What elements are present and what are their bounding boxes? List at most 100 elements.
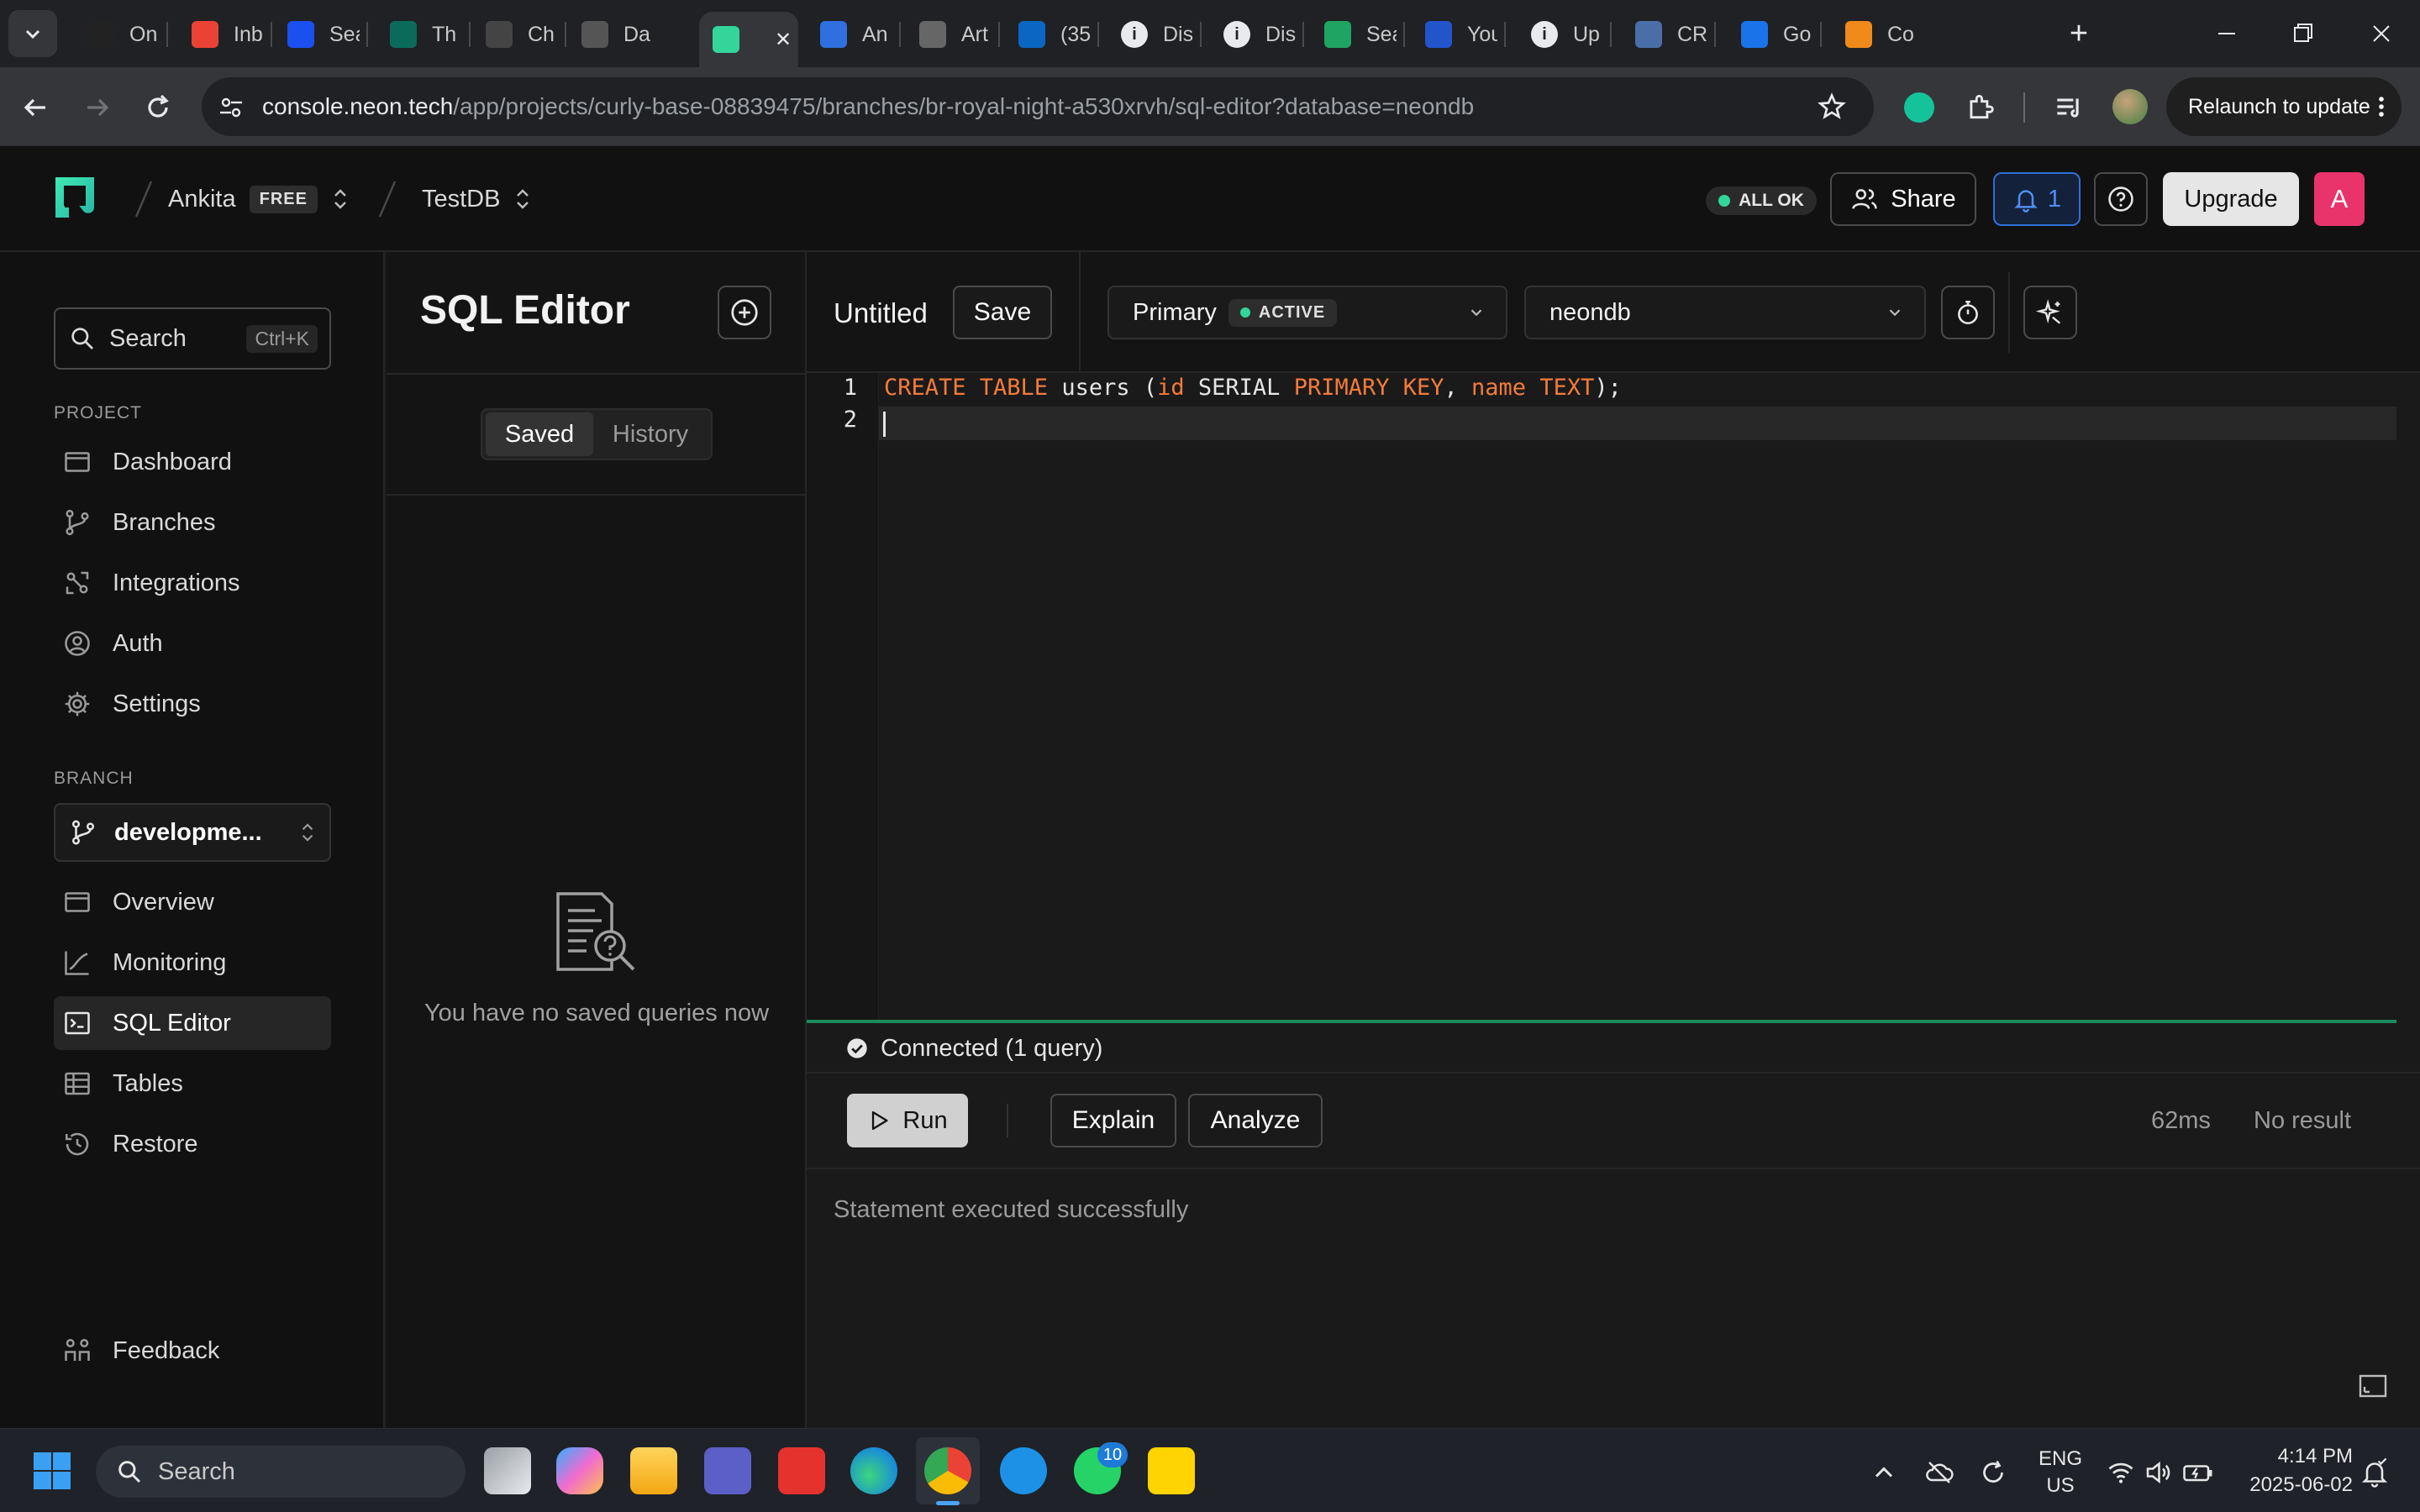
- new-query-button[interactable]: [718, 286, 771, 339]
- cloud-off-icon[interactable]: [1924, 1457, 1954, 1488]
- sidebar-item-tables[interactable]: Tables: [54, 1057, 331, 1110]
- task-view-icon[interactable]: [484, 1447, 531, 1494]
- sidebar-search[interactable]: Search Ctrl+K: [54, 307, 331, 370]
- browser-tab[interactable]: Co: [1832, 12, 1918, 57]
- notifications-button[interactable]: 1: [1993, 172, 2081, 226]
- save-button[interactable]: Save: [953, 286, 1052, 339]
- compute-status-badge: ACTIVE: [1228, 298, 1338, 327]
- browser-tab[interactable]: Inb: [178, 12, 264, 57]
- toolbar-divider: [2008, 272, 2010, 353]
- close-window-button[interactable]: [2365, 17, 2398, 50]
- sync-icon[interactable]: [1978, 1457, 2008, 1488]
- copilot-icon[interactable]: [556, 1447, 603, 1494]
- more-vert-icon[interactable]: [2368, 93, 2395, 120]
- project-switcher[interactable]: TestDB: [422, 178, 532, 220]
- sticky-notes-icon[interactable]: [1148, 1447, 1195, 1494]
- restore-window-button[interactable]: [2286, 17, 2319, 50]
- forward-button[interactable]: [81, 91, 114, 124]
- language-indicator[interactable]: ENG US: [2033, 1446, 2087, 1499]
- ai-assistant-button[interactable]: [2023, 286, 2077, 339]
- help-button[interactable]: [2094, 172, 2148, 226]
- query-timeout-button[interactable]: [1941, 286, 1995, 339]
- teams-icon[interactable]: [704, 1447, 751, 1494]
- taskbar-search[interactable]: Search: [96, 1446, 466, 1498]
- edge-icon[interactable]: [850, 1447, 897, 1494]
- start-button[interactable]: [32, 1451, 72, 1491]
- sidebar-item-restore[interactable]: Restore: [54, 1117, 331, 1171]
- browser-tab[interactable]: Sea: [1311, 12, 1397, 57]
- branch-switcher[interactable]: developme...: [54, 803, 331, 862]
- compute-selector[interactable]: Primary ACTIVE: [1107, 286, 1507, 339]
- upgrade-button[interactable]: Upgrade: [2163, 172, 2299, 226]
- minimize-window-button[interactable]: [2210, 17, 2244, 50]
- tab-history[interactable]: History: [593, 412, 708, 456]
- sidebar-item-sql-editor[interactable]: SQL Editor: [54, 996, 331, 1050]
- search-placeholder: Search: [109, 324, 187, 352]
- feedback-link[interactable]: Feedback: [54, 1324, 331, 1378]
- editor-scrollbar[interactable]: [2396, 373, 2420, 1020]
- browser-tab[interactable]: i Dis: [1107, 12, 1193, 57]
- sidebar-item-dashboard[interactable]: Dashboard: [54, 435, 331, 489]
- browser-tab[interactable]: CR: [1622, 12, 1707, 57]
- sidebar-item-auth[interactable]: Auth: [54, 617, 331, 670]
- sidebar-item-branches[interactable]: Branches: [54, 496, 331, 549]
- sidebar-item-overview[interactable]: Overview: [54, 875, 331, 929]
- extensions-icon[interactable]: [1965, 91, 1996, 123]
- bookmark-star-icon[interactable]: [1817, 92, 1847, 122]
- status-badge[interactable]: ALL OK: [1706, 186, 1817, 215]
- neon-logo[interactable]: [52, 174, 97, 221]
- site-settings-icon[interactable]: [217, 93, 245, 122]
- file-explorer-icon[interactable]: [630, 1447, 677, 1494]
- browser-tab[interactable]: Th: [376, 12, 462, 57]
- browser-tab[interactable]: An: [807, 12, 892, 57]
- browser-tab[interactable]: Ch: [472, 12, 558, 57]
- browser-tab[interactable]: Sea: [274, 12, 360, 57]
- browser-tab[interactable]: ✕: [699, 12, 798, 67]
- wifi-icon[interactable]: [2106, 1457, 2136, 1488]
- browser-tab[interactable]: Da: [568, 12, 654, 57]
- tab-saved-label: Saved: [504, 420, 575, 448]
- browser-tab[interactable]: Go: [1728, 12, 1813, 57]
- tab-saved[interactable]: Saved: [486, 412, 594, 456]
- browser-tab[interactable]: i Dis: [1210, 12, 1296, 57]
- docker-icon[interactable]: [1000, 1447, 1047, 1494]
- explain-button[interactable]: Explain: [1050, 1094, 1176, 1147]
- new-tab-button[interactable]: +: [2060, 15, 2097, 52]
- org-switcher[interactable]: Ankita FREE: [168, 178, 350, 220]
- sidebar-item-integrations[interactable]: Integrations: [54, 556, 331, 610]
- browser-tab[interactable]: You: [1412, 12, 1497, 57]
- analyze-button[interactable]: Analyze: [1188, 1094, 1323, 1147]
- code-editor[interactable]: 1 CREATE TABLE users (id SERIAL PRIMARY K…: [807, 373, 2396, 1020]
- browser-tab[interactable]: Art: [906, 12, 992, 57]
- reading-list-icon[interactable]: [2052, 91, 2084, 123]
- run-button[interactable]: Run: [847, 1094, 968, 1147]
- result-message: Statement executed successfully: [834, 1196, 1189, 1223]
- show-hidden-icons-button[interactable]: [1869, 1457, 1899, 1488]
- sidebar-item-monitoring[interactable]: Monitoring: [54, 936, 331, 990]
- browser-tab[interactable]: (35: [1005, 12, 1091, 57]
- browser-tab[interactable]: i Up: [1518, 12, 1603, 57]
- browser-tab[interactable]: On: [74, 12, 160, 57]
- relaunch-button[interactable]: Relaunch to update: [2166, 77, 2402, 136]
- reload-button[interactable]: [141, 91, 175, 124]
- query-name[interactable]: Untitled: [834, 297, 928, 329]
- tab-search-button[interactable]: [8, 10, 57, 57]
- close-tab-icon[interactable]: ✕: [775, 28, 792, 52]
- system-clock[interactable]: 4:14 PM 2025-06-02: [2227, 1442, 2353, 1499]
- search-icon: [118, 1461, 141, 1483]
- back-button[interactable]: [18, 91, 52, 124]
- address-bar[interactable]: console.neon.tech/app/projects/curly-bas…: [202, 77, 1874, 136]
- whatsapp-badge-count: 10: [1102, 1445, 1123, 1464]
- grammarly-extension-icon[interactable]: [1904, 92, 1934, 123]
- share-button[interactable]: Share: [1830, 172, 1976, 226]
- battery-icon[interactable]: [2181, 1457, 2215, 1488]
- sidebar-item-settings[interactable]: Settings: [54, 677, 331, 731]
- volume-icon[interactable]: [2143, 1457, 2173, 1488]
- notification-center-icon[interactable]: [2360, 1457, 2390, 1488]
- user-avatar[interactable]: A: [2314, 172, 2365, 226]
- profile-avatar[interactable]: [2112, 89, 2148, 124]
- chrome-icon[interactable]: [924, 1447, 971, 1494]
- anydesk-icon[interactable]: [778, 1447, 825, 1494]
- database-selector[interactable]: neondb: [1524, 286, 1926, 339]
- expand-results-button[interactable]: [2356, 1369, 2390, 1403]
